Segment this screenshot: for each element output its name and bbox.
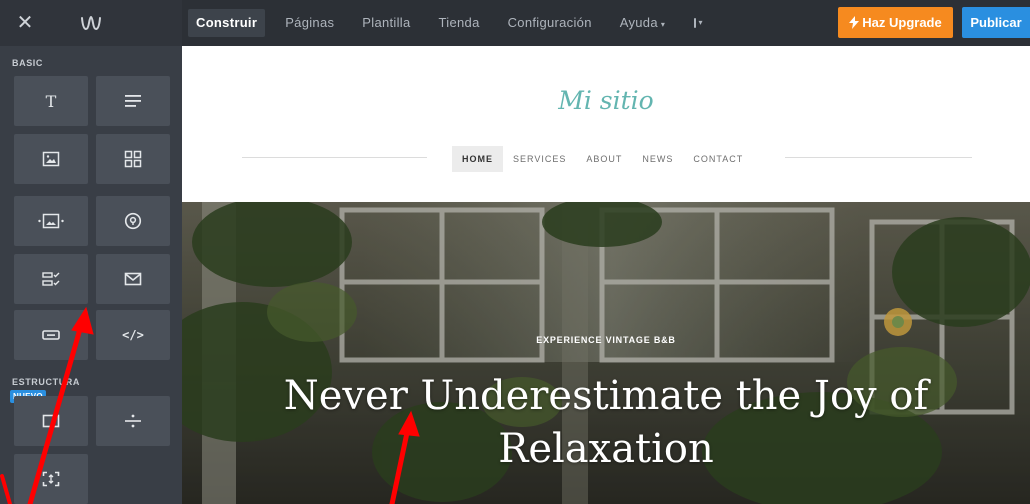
tab-ayuda[interactable]: Ayuda ▾ <box>606 0 679 46</box>
editor-nav: Construir Páginas Plantilla Tienda Confi… <box>182 0 713 46</box>
section-icon <box>42 414 60 428</box>
hero-section[interactable]: EXPERIENCE VINTAGE B&B Never Underestima… <box>182 202 1030 504</box>
close-icon[interactable]: ✕ <box>14 11 36 33</box>
tab-plantilla[interactable]: Plantilla <box>348 0 424 46</box>
device-preview-dropdown[interactable]: ▾ <box>683 0 713 46</box>
tab-paginas[interactable]: Páginas <box>271 0 348 46</box>
gallery-icon <box>124 150 142 168</box>
publish-button[interactable]: Publicar <box>962 7 1030 38</box>
nav-divider-right <box>785 157 972 158</box>
chevron-down-icon: ▾ <box>660 20 666 29</box>
top-bar: ✕ Construir Páginas Plantilla Tienda Con… <box>0 0 1030 46</box>
top-bar-left: ✕ <box>0 0 182 46</box>
text-icon <box>125 95 141 107</box>
section-label-structure: ESTRUCTURA <box>12 377 80 387</box>
button-icon <box>42 330 60 340</box>
tab-construir[interactable]: Construir <box>182 0 271 46</box>
tab-configuracion[interactable]: Configuración <box>494 0 606 46</box>
image-element-tile[interactable] <box>14 134 88 184</box>
embed-code-element-tile[interactable]: </> <box>96 310 170 360</box>
site-nav-news[interactable]: NEWS <box>632 146 683 172</box>
weebly-logo-icon[interactable] <box>80 12 102 34</box>
slideshow-icon <box>38 213 64 229</box>
title-element-tile[interactable]: T <box>14 76 88 126</box>
envelope-icon <box>124 272 142 286</box>
elements-sidebar: BASIC T </> ESTRUCTURA NUEVO <box>0 46 182 504</box>
spacer-icon <box>42 471 60 487</box>
text-element-tile[interactable] <box>96 76 170 126</box>
slideshow-element-tile[interactable] <box>14 196 88 246</box>
section-element-tile[interactable] <box>14 396 88 446</box>
lightning-icon <box>849 16 860 29</box>
site-nav: HOME SERVICES ABOUT NEWS CONTACT <box>452 146 753 172</box>
site-nav-contact[interactable]: CONTACT <box>683 146 753 172</box>
tab-tienda[interactable]: Tienda <box>425 0 494 46</box>
nav-divider-left <box>242 157 427 158</box>
spacer-element-tile[interactable] <box>14 454 88 504</box>
chevron-down-icon: ▾ <box>698 18 703 27</box>
title-icon: T <box>45 91 57 111</box>
button-element-tile[interactable] <box>14 310 88 360</box>
contact-form-element-tile[interactable] <box>96 254 170 304</box>
image-icon <box>42 151 60 167</box>
hero-kicker[interactable]: EXPERIENCE VINTAGE B&B <box>182 335 1030 345</box>
tab-ayuda-label: Ayuda <box>619 15 658 30</box>
section-label-basic: BASIC <box>12 58 44 68</box>
hero-heading[interactable]: Never Underestimate the Joy of Relaxatio… <box>266 370 946 476</box>
site-nav-home[interactable]: HOME <box>452 146 503 172</box>
divider-element-tile[interactable] <box>96 396 170 446</box>
site-title[interactable]: Mi sitio <box>182 86 1030 115</box>
site-nav-services[interactable]: SERVICES <box>503 146 576 172</box>
upgrade-label: Haz Upgrade <box>862 15 942 30</box>
embed-code-icon: </> <box>122 328 144 342</box>
site-nav-about[interactable]: ABOUT <box>576 146 632 172</box>
divider-icon <box>125 414 141 428</box>
map-element-tile[interactable] <box>96 196 170 246</box>
map-pin-icon <box>124 212 142 230</box>
site-canvas: Mi sitio HOME SERVICES ABOUT NEWS CONTAC… <box>182 46 1030 504</box>
form-element-tile[interactable] <box>14 254 88 304</box>
form-icon <box>42 272 60 286</box>
upgrade-button[interactable]: Haz Upgrade <box>838 7 953 38</box>
gallery-element-tile[interactable] <box>96 134 170 184</box>
monitor-icon <box>693 18 696 28</box>
